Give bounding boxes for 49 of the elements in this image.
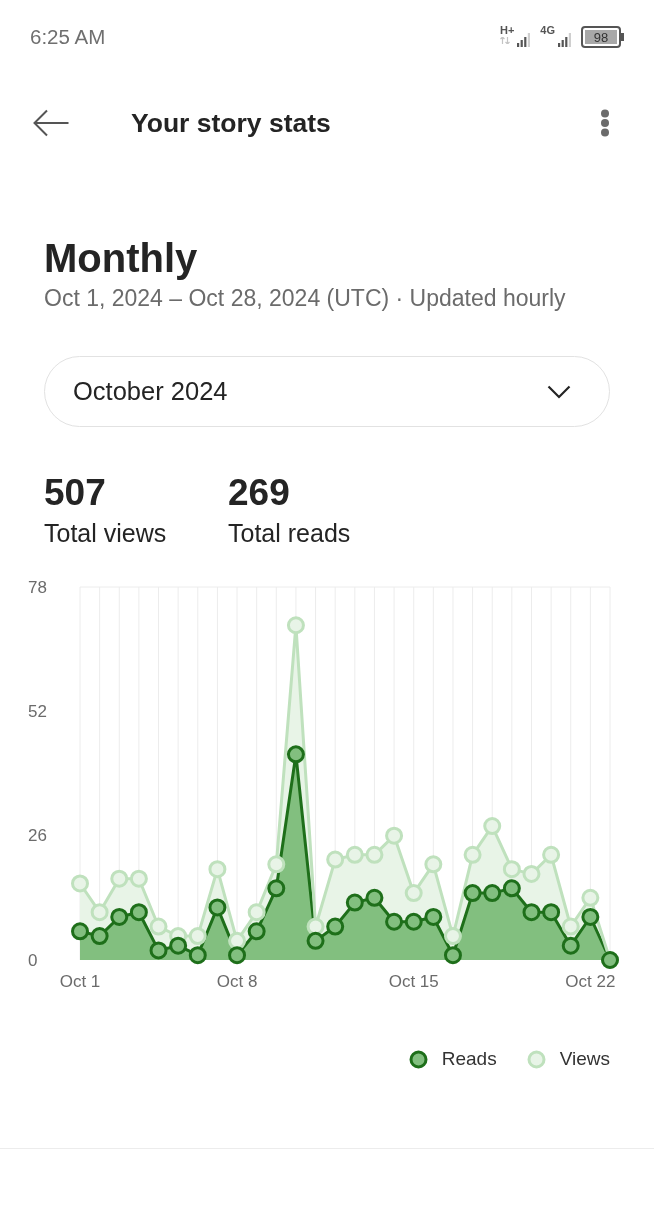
y-axis-label: 26	[28, 826, 47, 846]
chart-point	[267, 879, 286, 898]
network-type-label: 4G	[540, 24, 555, 36]
y-axis-label: 52	[28, 701, 47, 721]
stat-label: Total views	[44, 519, 167, 547]
chart-point	[522, 903, 541, 922]
chart-point	[463, 884, 482, 903]
chart-point	[247, 922, 266, 941]
back-arrow-icon[interactable]	[33, 109, 69, 137]
chart-point	[326, 917, 345, 936]
date-range-text: Oct 1, 2024 – Oct 28, 2024 (UTC) · Updated hourly	[44, 284, 567, 312]
stat-value: 507	[44, 472, 106, 514]
chart-point	[581, 907, 600, 926]
network-type-label: H+	[499, 24, 515, 36]
chart-point	[169, 936, 188, 955]
chart-point	[404, 912, 423, 931]
period-title: Monthly	[44, 235, 199, 282]
chart-point	[345, 893, 364, 912]
legend-label: Reads	[441, 1048, 497, 1070]
chart-point	[365, 888, 384, 907]
signal-bars-icon	[517, 33, 531, 47]
signal-bars-icon	[558, 33, 571, 47]
chart-point	[90, 927, 109, 946]
chart-point	[208, 898, 227, 917]
x-axis-label: Oct 15	[388, 972, 439, 992]
chart-point	[542, 903, 561, 922]
chevron-down-icon	[547, 384, 571, 399]
battery-indicator: 98	[581, 26, 625, 48]
stat-value: 269	[228, 472, 290, 514]
y-axis-label: 78	[28, 577, 47, 597]
status-time: 6:25 AM	[30, 25, 106, 49]
y-axis-label: 0	[28, 950, 38, 970]
chart-point	[267, 855, 286, 874]
page-title: Your story stats	[131, 107, 332, 139]
chart-point	[502, 879, 521, 898]
more-options-icon[interactable]	[600, 109, 610, 137]
chart-point	[129, 903, 148, 922]
stat-label: Total reads	[228, 519, 351, 547]
chart-point	[306, 931, 325, 950]
month-dropdown[interactable]: October 2024	[44, 356, 610, 427]
x-axis-label: Oct 22	[565, 972, 616, 992]
x-axis-label: Oct 1	[59, 972, 101, 992]
legend-label: Views	[559, 1048, 610, 1070]
chart-point	[561, 936, 580, 955]
chart-point	[385, 912, 404, 931]
x-axis-label: Oct 8	[216, 972, 258, 992]
chart-point	[483, 884, 502, 903]
chart-point	[424, 907, 443, 926]
chart-point	[110, 907, 129, 926]
